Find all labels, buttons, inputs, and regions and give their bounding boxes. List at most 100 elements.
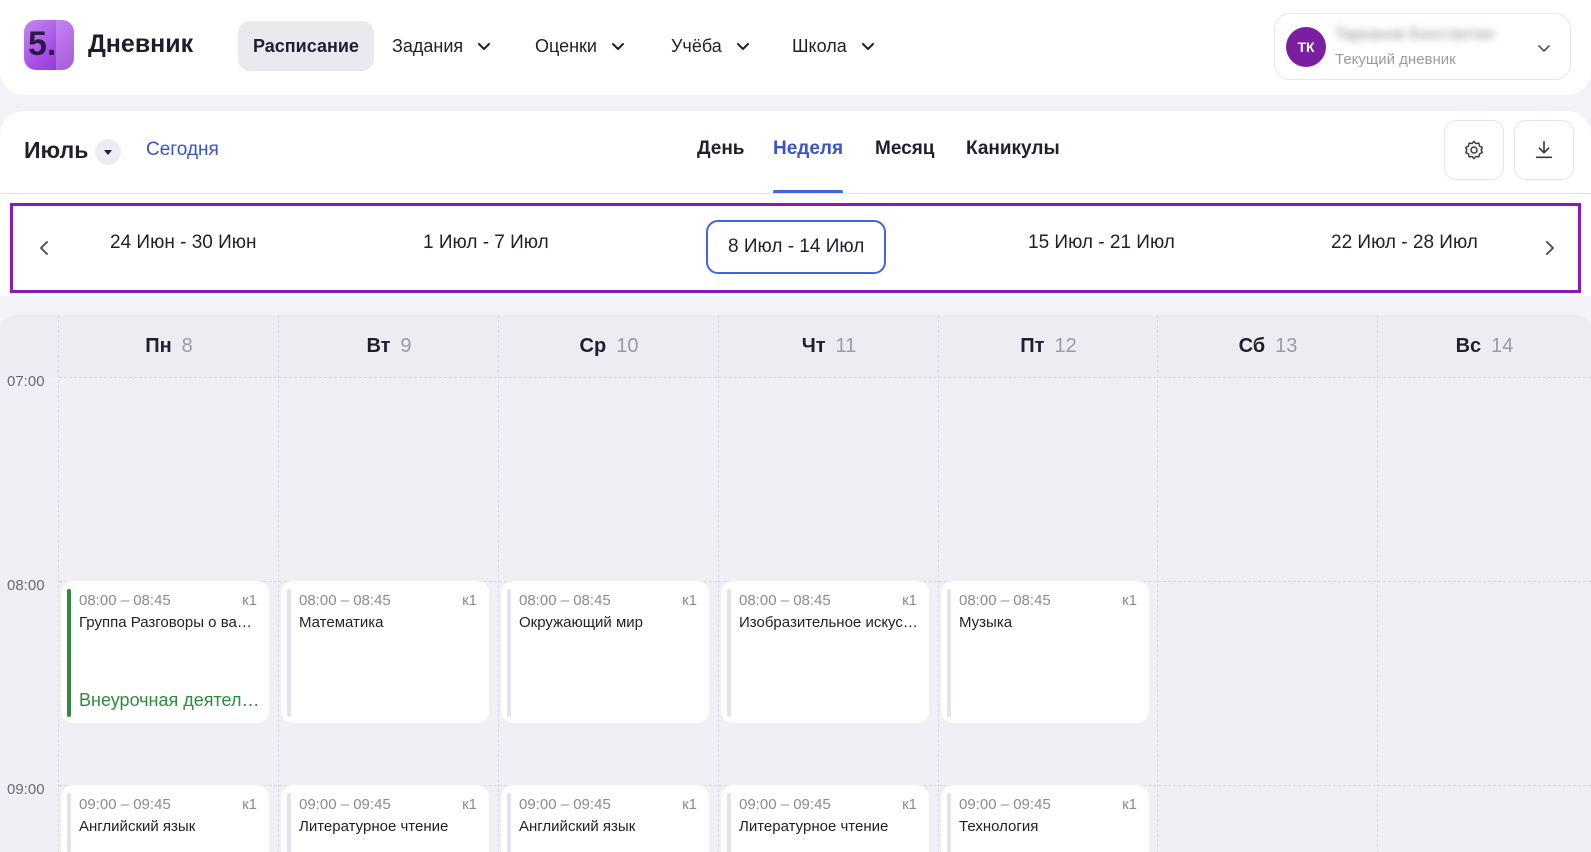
profile-switcher[interactable]: ТК Тарханов Константин Текущий дневник bbox=[1274, 13, 1571, 80]
lesson-room: к1 bbox=[902, 796, 917, 813]
nav-school[interactable]: Школа bbox=[792, 21, 875, 71]
day-number: 8 bbox=[181, 334, 193, 357]
lesson-room: к1 bbox=[682, 796, 697, 813]
lesson-subject: Музыка bbox=[959, 614, 1013, 631]
lesson-card[interactable]: 09:00 – 09:45 к1 Английский язык bbox=[61, 785, 269, 852]
month-dropdown-button[interactable] bbox=[95, 139, 121, 165]
profile-subtitle: Текущий дневник bbox=[1335, 51, 1456, 68]
caret-down-icon bbox=[104, 150, 112, 155]
grid-line bbox=[1157, 315, 1158, 852]
lesson-time: 08:00 – 08:45 bbox=[79, 592, 171, 609]
tab-day[interactable]: День bbox=[697, 138, 745, 160]
lesson-subject: Группа Разговоры о важном bbox=[79, 614, 261, 631]
lesson-card[interactable]: 08:00 – 08:45 к1 Музыка bbox=[941, 581, 1149, 723]
lesson-room: к1 bbox=[462, 592, 477, 609]
nav-schedule[interactable]: Расписание bbox=[238, 21, 374, 71]
lesson-subject: Технология bbox=[959, 818, 1039, 835]
time-label: 07:00 bbox=[7, 373, 45, 390]
lesson-time: 09:00 – 09:45 bbox=[519, 796, 611, 813]
app-logo[interactable]: 5. bbox=[24, 20, 74, 70]
profile-name: Тарханов Константин bbox=[1335, 26, 1495, 43]
day-number: 10 bbox=[616, 334, 639, 357]
day-name: Пт bbox=[1020, 334, 1045, 357]
time-label: 08:00 bbox=[7, 577, 45, 594]
day-header-wed: Ср 10 bbox=[499, 315, 719, 377]
lesson-accent-bar bbox=[287, 589, 291, 717]
chevron-down-icon bbox=[612, 43, 624, 50]
lesson-card[interactable]: 09:00 – 09:45 к1 Литературное чтение bbox=[721, 785, 929, 852]
grid-line bbox=[59, 377, 1591, 378]
lesson-room: к1 bbox=[462, 796, 477, 813]
lesson-subject: Литературное чтение bbox=[299, 818, 449, 835]
download-button[interactable] bbox=[1514, 120, 1574, 180]
grid-line bbox=[938, 315, 939, 852]
day-number: 13 bbox=[1275, 334, 1298, 357]
day-header-sat: Сб 13 bbox=[1158, 315, 1378, 377]
nav-study[interactable]: Учёба bbox=[671, 21, 750, 71]
lesson-room: к1 bbox=[242, 796, 257, 813]
nav-schedule-label: Расписание bbox=[253, 35, 359, 56]
lesson-time: 08:00 – 08:45 bbox=[739, 592, 831, 609]
lesson-type-tag: Внеурочная деятельность bbox=[79, 690, 261, 710]
chevron-down-icon bbox=[736, 43, 749, 50]
nav-assignments-label: Задания bbox=[392, 35, 464, 56]
lesson-card[interactable]: 09:00 – 09:45 к1 Технология bbox=[941, 785, 1149, 852]
logo-number: 5. bbox=[28, 25, 57, 63]
app-title[interactable]: Дневник bbox=[88, 30, 193, 59]
top-header: 5. Дневник Расписание Задания Оценки Учё… bbox=[0, 0, 1591, 95]
lesson-card[interactable]: 08:00 – 08:45 к1 Изобразительное искусст… bbox=[721, 581, 929, 723]
lesson-accent-bar bbox=[947, 589, 951, 717]
week-calendar: Пн 8 Вт 9 Ср 10 Чт 11 Пт 12 Сб 13 Вс 14 07:00 0… bbox=[0, 315, 1591, 852]
today-link[interactable]: Сегодня bbox=[146, 139, 219, 161]
day-number: 9 bbox=[400, 334, 412, 357]
grid-line bbox=[718, 315, 719, 852]
chevron-right-icon[interactable] bbox=[1543, 238, 1557, 258]
day-name: Ср bbox=[579, 334, 607, 357]
day-name: Вс bbox=[1455, 334, 1482, 357]
lesson-card[interactable]: 09:00 – 09:45 к1 Литературное чтение bbox=[281, 785, 489, 852]
week-option[interactable]: 22 Июл - 28 Июл bbox=[1331, 232, 1478, 254]
download-icon bbox=[1535, 140, 1553, 159]
week-option[interactable]: 1 Июл - 7 Июл bbox=[423, 232, 549, 254]
grid-line bbox=[58, 315, 59, 852]
avatar: ТК bbox=[1286, 27, 1326, 67]
lesson-card[interactable]: 09:00 – 09:45 к1 Английский язык bbox=[501, 785, 709, 852]
lesson-accent-bar bbox=[507, 793, 511, 852]
lesson-room: к1 bbox=[1122, 592, 1137, 609]
month-title: Июль bbox=[24, 137, 89, 163]
controls-divider bbox=[0, 193, 1591, 194]
nav-grades[interactable]: Оценки bbox=[535, 21, 625, 71]
lesson-time: 08:00 – 08:45 bbox=[959, 592, 1051, 609]
gear-icon bbox=[1465, 140, 1483, 160]
tab-week[interactable]: Неделя bbox=[773, 138, 843, 160]
day-header-fri: Пт 12 bbox=[939, 315, 1158, 377]
week-option[interactable]: 15 Июл - 21 Июл bbox=[1028, 232, 1175, 254]
chevron-left-icon[interactable] bbox=[37, 238, 51, 258]
tab-month[interactable]: Месяц bbox=[875, 138, 934, 160]
time-label: 09:00 bbox=[7, 781, 45, 798]
lesson-time: 08:00 – 08:45 bbox=[519, 592, 611, 609]
day-name: Сб bbox=[1238, 334, 1266, 357]
grid-line bbox=[498, 315, 499, 852]
tab-holidays[interactable]: Каникулы bbox=[966, 138, 1060, 160]
lesson-time: 09:00 – 09:45 bbox=[959, 796, 1051, 813]
lesson-accent-bar bbox=[947, 793, 951, 852]
lesson-card[interactable]: 08:00 – 08:45 к1 Математика bbox=[281, 581, 489, 723]
lesson-subject: Изобразительное искусство bbox=[739, 614, 921, 631]
lesson-accent-bar bbox=[67, 793, 71, 852]
nav-study-label: Учёба bbox=[671, 35, 722, 56]
week-option[interactable]: 24 Июн - 30 Июн bbox=[110, 232, 257, 254]
lesson-room: к1 bbox=[682, 592, 697, 609]
week-picker: 24 Июн - 30 Июн 1 Июл - 7 Июл 8 Июл - 14… bbox=[10, 203, 1581, 293]
settings-button[interactable] bbox=[1444, 120, 1504, 180]
lesson-card[interactable]: 08:00 – 08:45 к1 Группа Разговоры о важн… bbox=[61, 581, 269, 723]
day-header-thu: Чт 11 bbox=[719, 315, 939, 377]
nav-assignments[interactable]: Задания bbox=[392, 21, 491, 71]
nav-grades-label: Оценки bbox=[535, 35, 597, 56]
lesson-accent-bar bbox=[287, 793, 291, 852]
lesson-time: 09:00 – 09:45 bbox=[79, 796, 171, 813]
week-option-selected[interactable]: 8 Июл - 14 Июл bbox=[706, 220, 887, 274]
lesson-accent-bar bbox=[727, 793, 731, 852]
lesson-card[interactable]: 08:00 – 08:45 к1 Окружающий мир bbox=[501, 581, 709, 723]
day-name: Чт bbox=[801, 334, 826, 357]
